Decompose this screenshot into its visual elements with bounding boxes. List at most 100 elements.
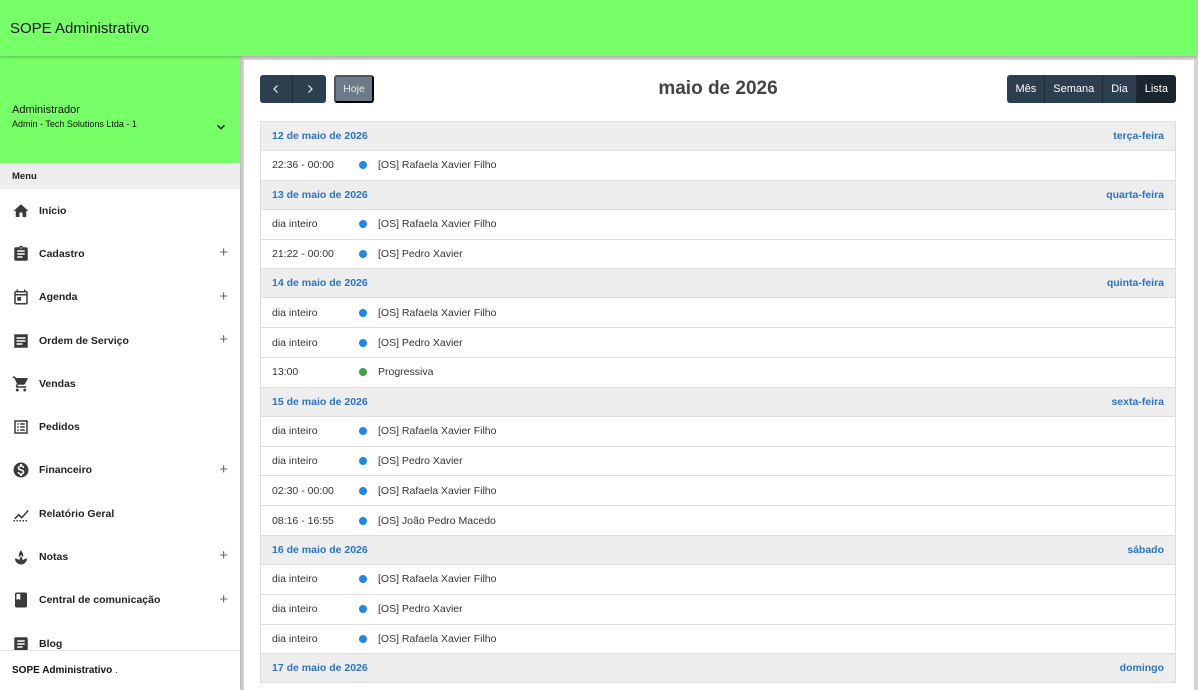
event-color-dot [359,456,367,465]
event-title[interactable]: [OS] Rafaela Xavier Filho [378,218,496,230]
event-row[interactable]: 13:00 Progressiva [261,358,1175,388]
view-button-1[interactable]: Semana [1045,75,1104,103]
today-button[interactable]: Hoje [334,75,374,103]
event-title[interactable]: [OS] Rafaela Xavier Filho [378,633,496,645]
event-title[interactable]: [OS] Rafaela Xavier Filho [378,425,496,437]
event-list: 12 de maio de 2026 terça-feira 22:36 - 00:… [260,121,1176,684]
day-date-link[interactable]: 15 de maio de 2026 [272,396,368,408]
event-row[interactable]: 02:30 - 00:00 [OS] Rafaela Xavier Filho [261,476,1175,507]
event-time: dia inteiro [272,454,318,467]
chevron-right-icon [307,85,313,93]
chevron-down-icon[interactable] [214,120,228,134]
event-title[interactable]: [OS] Pedro Xavier [378,248,463,260]
event-title[interactable]: [OS] Rafaela Xavier Filho [378,159,496,171]
day-weekday-link[interactable]: domingo [1120,662,1164,674]
event-title[interactable]: [OS] Pedro Xavier [378,455,463,467]
book-icon [12,591,30,609]
spa-icon [12,548,30,566]
event-time: dia inteiro [272,603,318,616]
expand-plus-icon[interactable]: + [219,462,228,477]
day-date-link[interactable]: 17 de maio de 2026 [272,662,368,674]
event-row[interactable]: dia inteiro [OS] Rafaela Xavier Filho [261,298,1175,329]
event-row[interactable]: dia inteiro [OS] Pedro Xavier [261,328,1175,358]
sidebar-item-central-de-comunicacao[interactable]: Central de comunicação + [0,579,240,622]
sidebar-item-financeiro[interactable]: Financeiro + [0,449,240,492]
expand-plus-icon[interactable]: + [219,289,228,304]
expand-plus-icon[interactable]: + [219,332,228,347]
day-date-link[interactable]: 14 de maio de 2026 [272,277,368,289]
event-color-dot [359,427,367,436]
day-header: 17 de maio de 2026 domingo [261,654,1175,684]
view-button-0[interactable]: Mês [1007,75,1046,103]
sidebar: Administrador Admin - Tech Solutions Ltd… [0,56,240,690]
event-row[interactable]: dia inteiro [OS] Rafaela Xavier Filho [261,210,1175,240]
document-list-icon [12,332,30,350]
day-date-link[interactable]: 16 de maio de 2026 [272,544,368,556]
event-title[interactable]: [OS] Pedro Xavier [378,337,463,349]
event-row[interactable]: 22:36 - 00:00 [OS] Rafaela Xavier Filho [261,151,1175,181]
expand-plus-icon[interactable]: + [219,548,228,563]
sidebar-item-cadastro[interactable]: Cadastro + [0,232,240,275]
event-color-dot [359,249,367,258]
event-row[interactable]: dia inteiro [OS] Pedro Xavier [261,595,1175,625]
event-title[interactable]: [OS] Rafaela Xavier Filho [378,307,496,319]
sidebar-item-pedidos[interactable]: Pedidos [0,405,240,448]
sidebar-item-label: Central de comunicação [39,594,161,607]
expand-plus-icon[interactable]: + [219,592,228,607]
sidebar-item-relatorio-geral[interactable]: Relatório Geral [0,492,240,535]
event-row[interactable]: 08:16 - 16:55 [OS] João Pedro Macedo [261,506,1175,536]
user-panel[interactable]: Administrador Admin - Tech Solutions Ltd… [0,56,240,163]
event-time: 22:36 - 00:00 [272,159,334,172]
clipboard-icon [12,245,30,263]
sidebar-item-label: Vendas [39,377,76,390]
day-weekday-link[interactable]: sexta-feira [1111,396,1164,408]
event-color-dot [359,575,367,584]
sidebar-item-ordem-de-servico[interactable]: Ordem de Serviço + [0,319,240,362]
sidebar-item-label: Agenda [39,291,78,304]
dollar-icon [12,461,30,479]
event-title[interactable]: Progressiva [378,366,433,378]
sidebar-item-agenda[interactable]: Agenda + [0,276,240,319]
event-time: dia inteiro [272,425,318,438]
calendar-icon [12,288,30,306]
event-color-dot [359,161,367,170]
event-title[interactable]: [OS] Pedro Xavier [378,603,463,615]
event-title[interactable]: [OS] Rafaela Xavier Filho [378,485,496,497]
sidebar-item-notas[interactable]: Notas + [0,535,240,578]
day-header: 13 de maio de 2026 quarta-feira [261,180,1175,210]
event-color-dot [359,605,367,614]
calendar-card: Hoje maio de 2026 Mês Semana Dia Lista 12 d… [244,60,1194,690]
sidebar-item-vendas[interactable]: Vendas [0,362,240,405]
event-color-dot [359,516,367,525]
view-button-2[interactable]: Dia [1103,75,1137,103]
event-color-dot [359,634,367,643]
sidebar-item-label: Ordem de Serviço [39,334,129,347]
event-row[interactable]: dia inteiro [OS] Rafaela Xavier Filho [261,417,1175,447]
expand-plus-icon[interactable]: + [219,245,228,260]
prev-button[interactable] [260,75,293,103]
event-row[interactable]: dia inteiro [OS] Rafaela Xavier Filho [261,625,1175,655]
event-row[interactable]: 21:22 - 00:00 [OS] Pedro Xavier [261,240,1175,270]
menu-header: Menu [0,163,240,189]
day-header: 14 de maio de 2026 quinta-feira [261,269,1175,299]
event-color-dot [359,486,367,495]
event-title[interactable]: [OS] Rafaela Xavier Filho [378,573,496,585]
view-button-3[interactable]: Lista [1136,75,1176,103]
day-date-link[interactable]: 13 de maio de 2026 [272,189,368,201]
event-row[interactable]: dia inteiro [OS] Pedro Xavier [261,447,1175,477]
day-weekday-link[interactable]: sábado [1127,544,1164,556]
cart-icon [12,375,30,393]
sidebar-item-label: Pedidos [39,421,80,434]
day-date-link[interactable]: 12 de maio de 2026 [272,130,368,142]
event-row[interactable]: dia inteiro [OS] Rafaela Xavier Filho [261,565,1175,595]
day-weekday-link[interactable]: terça-feira [1113,130,1164,142]
next-button[interactable] [293,75,326,103]
event-color-dot [359,308,367,317]
app-title: SOPE Administrativo [10,19,150,37]
day-weekday-link[interactable]: quinta-feira [1107,277,1164,289]
day-header: 16 de maio de 2026 sábado [261,535,1175,565]
event-title[interactable]: [OS] João Pedro Macedo [378,515,496,527]
day-weekday-link[interactable]: quarta-feira [1106,189,1164,201]
calendar-toolbar: Hoje maio de 2026 Mês Semana Dia Lista [260,75,1176,103]
sidebar-item-inicio[interactable]: Início [0,189,240,232]
